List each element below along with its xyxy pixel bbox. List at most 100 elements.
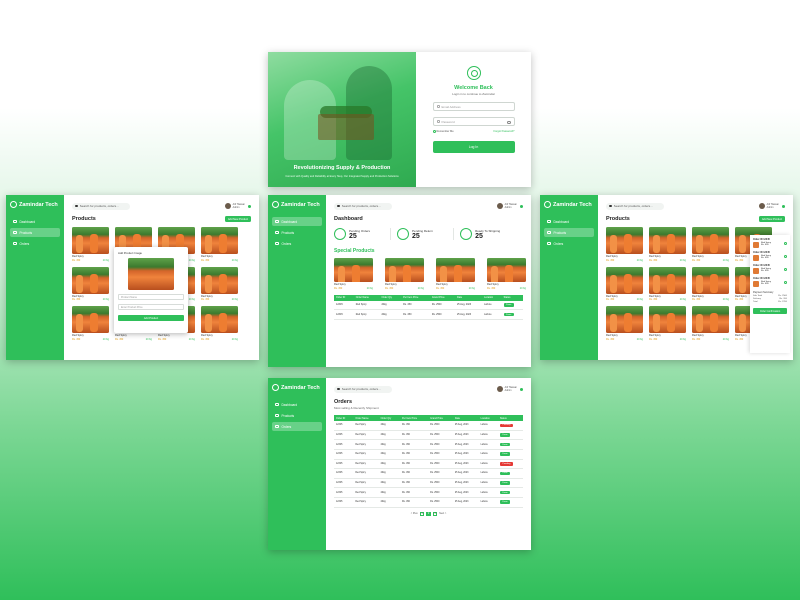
product-image-upload[interactable] <box>128 258 174 290</box>
search-input[interactable]: Search for products, orders... <box>334 385 392 393</box>
table-row[interactable]: 12345 Red Spicy 20kg Rs. 450 Rs. 2500 25 Aug,… <box>334 439 523 450</box>
select-radio-icon[interactable] <box>784 255 787 258</box>
login-button[interactable]: Log In <box>432 141 515 153</box>
product-card[interactable]: Red SpicyRs. 45020 Kg <box>606 266 643 301</box>
table-cell: Rs. 2500 <box>428 449 453 460</box>
nav-label: Dashboard <box>281 219 298 224</box>
order-confirmation-button[interactable]: Order Confirmation <box>753 308 787 314</box>
table-cell: 25 Aug, 2023 <box>452 449 479 460</box>
sidebar-item-products[interactable]: Products <box>272 228 322 237</box>
add-product-button[interactable]: Add New Product <box>758 216 785 222</box>
remember-me-toggle[interactable]: Remember Me <box>432 130 454 133</box>
product-card[interactable]: Red SpicyRs. 45020 Kg <box>385 258 424 290</box>
table-row[interactable]: 12345 Red Spicy 20kg Rs. 450 Rs. 2500 25 Aug,… <box>334 459 523 470</box>
table-row[interactable]: 12345 Red Spicy 20kg Rs. 450 Rs. 2500 25 Aug,… <box>334 487 523 498</box>
order-item[interactable]: Order ID 12345 Red Spicy Rs. 450 <box>753 277 787 287</box>
table-cell: 20kg <box>378 439 400 450</box>
nav-label: Products <box>553 230 567 235</box>
product-name-input[interactable]: Product Name <box>118 294 184 300</box>
table-cell: Lahore <box>482 300 502 311</box>
sidebar-item-orders[interactable]: Orders <box>272 239 322 248</box>
prev-page-button[interactable]: < Prev <box>411 512 418 515</box>
page-button[interactable]: 1 <box>419 511 425 517</box>
status-badge: Done <box>499 452 511 457</box>
search-input[interactable]: Search for products, orders... <box>72 202 130 210</box>
product-card[interactable]: Red SpicyRs. 45020 Kg <box>436 258 475 290</box>
bell-icon[interactable] <box>520 387 523 391</box>
page-button[interactable]: 2 <box>426 511 431 517</box>
select-radio-icon[interactable] <box>784 242 787 245</box>
product-card[interactable]: Red SpicyRs. 45020 Kg <box>692 306 729 341</box>
table-row[interactable]: 12345 Red Spicy 20kg Rs. 450 Rs. 2500 25 Aug,… <box>334 449 523 460</box>
order-item[interactable]: Order ID 12345 Red Spicy Rs. 450 <box>753 238 787 248</box>
user-menu[interactable]: Arif Hassan Admin <box>496 203 523 209</box>
add-product-button[interactable]: Add New Product <box>224 216 251 222</box>
product-card[interactable]: Red SpicyRs. 45020 Kg <box>649 227 686 262</box>
sidebar-item-dashboard[interactable]: Dashboard <box>272 400 322 409</box>
bell-icon[interactable] <box>248 204 251 208</box>
table-cell: Rs. 450 <box>399 421 429 431</box>
select-radio-icon[interactable] <box>784 268 787 271</box>
add-product-modal: Add Product Image Product Name Enter Pro… <box>114 247 188 333</box>
eye-icon[interactable] <box>507 120 511 124</box>
box-icon <box>275 230 279 235</box>
search-icon <box>75 204 78 208</box>
modal-add-button[interactable]: Add Product <box>118 315 184 321</box>
product-card[interactable]: Red SpicyRs. 45020 Kg <box>72 306 109 341</box>
product-card[interactable]: Red SpicyRs. 45020 Kg <box>649 306 686 341</box>
next-page-button[interactable]: Next > <box>439 512 446 515</box>
email-field[interactable]: Email Address <box>432 102 515 111</box>
table-row[interactable]: 12345 Red Spicy 20kg Rs. 450 Rs. 2500 25 Aug,… <box>334 497 523 508</box>
search-input[interactable]: Search for products, orders... <box>606 202 664 210</box>
table-row[interactable]: 12345 Red Spicy 20kg Rs. 450 Rs. 2500 25 Aug,… <box>334 421 523 431</box>
return-icon <box>397 228 410 240</box>
sidebar-item-orders[interactable]: Orders <box>544 239 594 248</box>
password-field[interactable]: Password <box>432 117 515 126</box>
bell-icon[interactable] <box>782 204 785 208</box>
sidebar-item-products[interactable]: Products <box>272 411 322 420</box>
grid-icon <box>547 219 551 224</box>
table-row[interactable]: 12345 Red Spicy 20kg Rs. 450 Rs. 2500 25 Aug,… <box>334 430 523 441</box>
user-menu[interactable]: Arif Hassan Admin <box>758 203 785 209</box>
table-row[interactable]: 12345 Red Spicy 20kg Rs. 450 Rs. 2500 25 Aug,… <box>334 478 523 489</box>
table-cell: 12345 <box>334 468 354 479</box>
special-products-grid: Red Spicy Rs. 450 20 Kg Red Spicy Rs. 450 20 … <box>334 258 526 290</box>
table-row[interactable]: 12345 Red Spicy 20kg Rs. 450 Rs. 2500 25 Aug,… <box>334 468 523 479</box>
sidebar-item-dashboard[interactable]: Dashboard <box>272 217 322 226</box>
product-card[interactable]: Red SpicyRs. 45020 Kg <box>606 227 643 262</box>
product-card[interactable]: Red SpicyRs. 45020 Kg <box>72 227 109 262</box>
product-card[interactable]: Red SpicyRs. 45020 Kg <box>606 306 643 341</box>
table-row[interactable]: 12345 Red Spicy 20kg Rs. 450 Rs. 2500 25 Aug,… <box>334 300 523 311</box>
product-card[interactable]: Red SpicyRs. 45020 Kg <box>487 258 526 290</box>
user-menu[interactable]: Arif Hassan Admin <box>224 203 251 209</box>
page-button[interactable]: 3 <box>432 511 438 517</box>
product-card[interactable]: Red SpicyRs. 45020 Kg <box>72 266 109 301</box>
forgot-password-link[interactable]: Forgot Password? <box>493 130 514 133</box>
sidebar-item-dashboard[interactable]: Dashboard <box>544 217 594 226</box>
sidebar-item-dashboard[interactable]: Dashboard <box>10 217 60 226</box>
nav-label: Dashboard <box>281 402 298 407</box>
sidebar-item-products[interactable]: Products <box>544 228 594 237</box>
product-card[interactable]: Red SpicyRs. 45020 Kg <box>334 258 373 290</box>
order-item[interactable]: Order ID 12345 Red Spicy Rs. 450 <box>753 264 787 274</box>
brand: Zamindar Tech <box>544 201 594 208</box>
special-products-heading: Special Products <box>334 248 523 254</box>
order-item[interactable]: Order ID 12345 Red Spicy Rs. 450 <box>753 251 787 261</box>
table-row[interactable]: 12345 Red Spicy 20kg Rs. 450 Rs. 2500 25 Aug,… <box>334 309 523 320</box>
product-image <box>692 266 729 294</box>
sidebar-item-orders[interactable]: Orders <box>10 239 60 248</box>
user-menu[interactable]: Arif Hassan Admin <box>496 386 523 392</box>
product-card[interactable]: Red SpicyRs. 45020 Kg <box>692 266 729 301</box>
product-card[interactable]: Red SpicyRs. 45020 Kg <box>649 266 686 301</box>
product-price-input[interactable]: Enter Product Price <box>118 304 184 310</box>
product-card[interactable]: Red SpicyRs. 45020 Kg <box>201 306 238 341</box>
product-card[interactable]: Red SpicyRs. 45020 Kg <box>692 227 729 262</box>
product-card[interactable]: Red SpicyRs. 45020 Kg <box>201 266 238 301</box>
product-image <box>649 227 686 254</box>
bell-icon[interactable] <box>520 204 523 208</box>
sidebar-item-orders[interactable]: Orders <box>272 422 322 431</box>
sidebar-item-products[interactable]: Products <box>10 228 60 237</box>
select-radio-icon[interactable] <box>784 281 787 284</box>
product-card[interactable]: Red SpicyRs. 45020 Kg <box>201 227 238 262</box>
search-input[interactable]: Search for products, orders... <box>334 202 392 210</box>
